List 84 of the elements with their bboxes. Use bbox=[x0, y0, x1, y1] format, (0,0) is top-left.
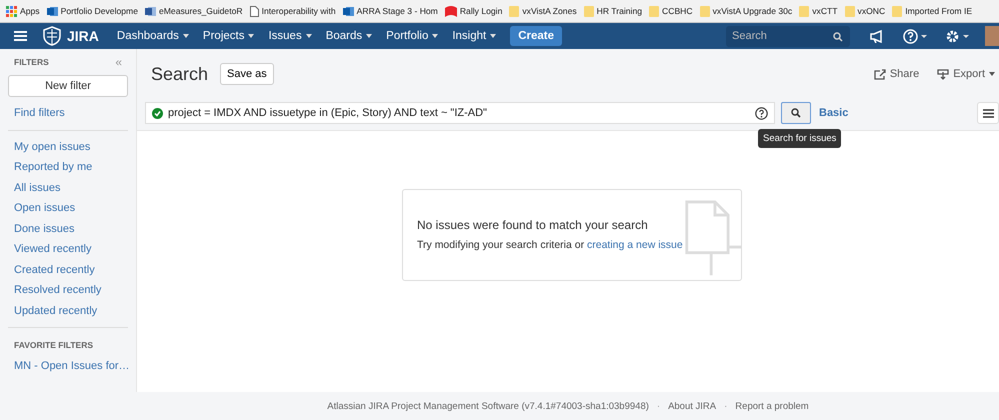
filter-link[interactable]: Updated recently bbox=[8, 300, 128, 321]
caret-icon bbox=[490, 34, 496, 38]
sidebar-heading: FILTERS bbox=[14, 57, 49, 67]
folder-icon bbox=[799, 6, 810, 16]
filter-link[interactable]: All issues bbox=[8, 178, 128, 198]
folder-icon bbox=[700, 6, 710, 16]
filter-link[interactable]: Open issues bbox=[8, 198, 128, 218]
favorite-filter-link[interactable]: MN - Open Issues for… bbox=[8, 356, 128, 376]
bookmark-link[interactable]: eMeasures_GuidetoR bbox=[158, 6, 243, 16]
caret-icon bbox=[306, 34, 312, 38]
apps-grid-icon bbox=[6, 6, 17, 16]
create-button[interactable]: Create bbox=[510, 26, 562, 46]
filter-link[interactable]: Resolved recently bbox=[8, 280, 128, 300]
filter-link[interactable]: Viewed recently bbox=[8, 239, 128, 260]
share-button[interactable]: Share bbox=[874, 68, 920, 80]
caret-icon bbox=[182, 34, 189, 38]
flag-icon bbox=[444, 6, 457, 16]
filter-link[interactable]: Done issues bbox=[8, 218, 128, 239]
page-title: Search bbox=[151, 64, 208, 84]
logo-text[interactable]: JIRA bbox=[67, 28, 99, 44]
save-as-button[interactable]: Save as bbox=[220, 63, 274, 85]
page-icon bbox=[250, 6, 259, 16]
folder-icon bbox=[509, 6, 520, 16]
menu-icon bbox=[982, 108, 994, 118]
bookmark-link[interactable]: vxVistA Upgrade 30c bbox=[712, 6, 792, 16]
nav-menu[interactable]: Boards bbox=[326, 30, 372, 42]
bookmark-link[interactable]: Portfolio Developme bbox=[60, 6, 138, 16]
bookmark-link[interactable]: HR Training bbox=[596, 6, 642, 16]
help-icon[interactable] bbox=[903, 28, 927, 44]
search-icon bbox=[833, 32, 843, 42]
search-field[interactable]: Search bbox=[726, 26, 850, 46]
version-text: Atlassian JIRA Project Management Software (v7.4.1#74003-sha1:03b9948) bbox=[327, 400, 649, 412]
download-icon bbox=[937, 68, 950, 80]
bookmark-link[interactable]: vxONC bbox=[858, 6, 886, 16]
bookmark-link[interactable]: vxVistA Zones bbox=[522, 6, 577, 16]
bookmark-link[interactable]: Rally Login bbox=[460, 6, 502, 16]
bookmark-link[interactable]: Imported From IE bbox=[905, 6, 972, 16]
query-field[interactable]: project = IMDX AND issuetype in (Epic, Story) AND text ~ "IZ-AD" bbox=[145, 102, 775, 124]
shield-logo-icon bbox=[43, 26, 61, 46]
filter-link[interactable]: Reported by me bbox=[8, 157, 128, 178]
tooltip: Search for issues bbox=[758, 129, 842, 148]
layout-menu-button[interactable] bbox=[977, 102, 999, 124]
document-w-icon bbox=[144, 6, 156, 16]
settings-icon[interactable] bbox=[945, 28, 969, 44]
nav-menu[interactable]: Issues bbox=[268, 30, 312, 42]
folder-icon bbox=[584, 6, 594, 16]
separator-dot: · bbox=[724, 400, 728, 412]
search-button[interactable] bbox=[781, 102, 811, 124]
folder-icon bbox=[649, 6, 660, 16]
search-icon bbox=[791, 108, 801, 118]
caret-icon bbox=[989, 72, 995, 76]
document-s-icon bbox=[342, 6, 354, 16]
find-filters-link[interactable]: Find filters bbox=[8, 103, 128, 124]
filter-link[interactable]: Created recently bbox=[8, 260, 128, 280]
create-issue-link[interactable]: creating a new issue bbox=[587, 239, 683, 251]
megaphone-icon[interactable] bbox=[870, 30, 885, 42]
nav-menu[interactable]: Portfolio bbox=[386, 30, 438, 42]
nav-menu[interactable]: Insight bbox=[452, 30, 496, 42]
document-s-icon bbox=[46, 6, 58, 16]
footer-link[interactable]: About JIRA bbox=[668, 400, 716, 412]
bookmark-link[interactable]: Apps bbox=[20, 6, 40, 16]
nav-menu[interactable]: Projects bbox=[202, 30, 254, 42]
caret-icon bbox=[432, 34, 438, 38]
menu-icon[interactable] bbox=[14, 31, 27, 41]
separator-dot: · bbox=[656, 400, 660, 412]
new-filter-button[interactable]: New filter bbox=[8, 75, 128, 97]
help-icon[interactable] bbox=[755, 106, 768, 120]
empty-message: Try modifying your search criteria or creating a new issue bbox=[417, 239, 683, 251]
footer-link[interactable]: Report a problem bbox=[735, 400, 809, 412]
folder-icon bbox=[844, 6, 855, 16]
share-icon bbox=[874, 68, 886, 80]
bookmark-link[interactable]: CCBHC bbox=[662, 6, 693, 16]
empty-title: No issues were found to match your search bbox=[417, 218, 649, 232]
caret-icon bbox=[248, 34, 254, 38]
sidebar-heading: FAVORITE FILTERS bbox=[13, 339, 94, 352]
filter-link[interactable]: My open issues bbox=[8, 136, 128, 157]
basic-mode-link[interactable]: Basic bbox=[819, 107, 848, 119]
bookmark-link[interactable]: Interoperability with bbox=[262, 6, 336, 16]
nav-menu[interactable]: Dashboards bbox=[116, 30, 189, 42]
bookmark-link[interactable]: vxCTT bbox=[812, 6, 838, 16]
folder-icon bbox=[892, 6, 902, 16]
caret-icon bbox=[366, 34, 372, 38]
export-button[interactable]: Export bbox=[937, 68, 995, 80]
bookmark-link[interactable]: ARRA Stage 3 - Hom bbox=[356, 6, 438, 16]
